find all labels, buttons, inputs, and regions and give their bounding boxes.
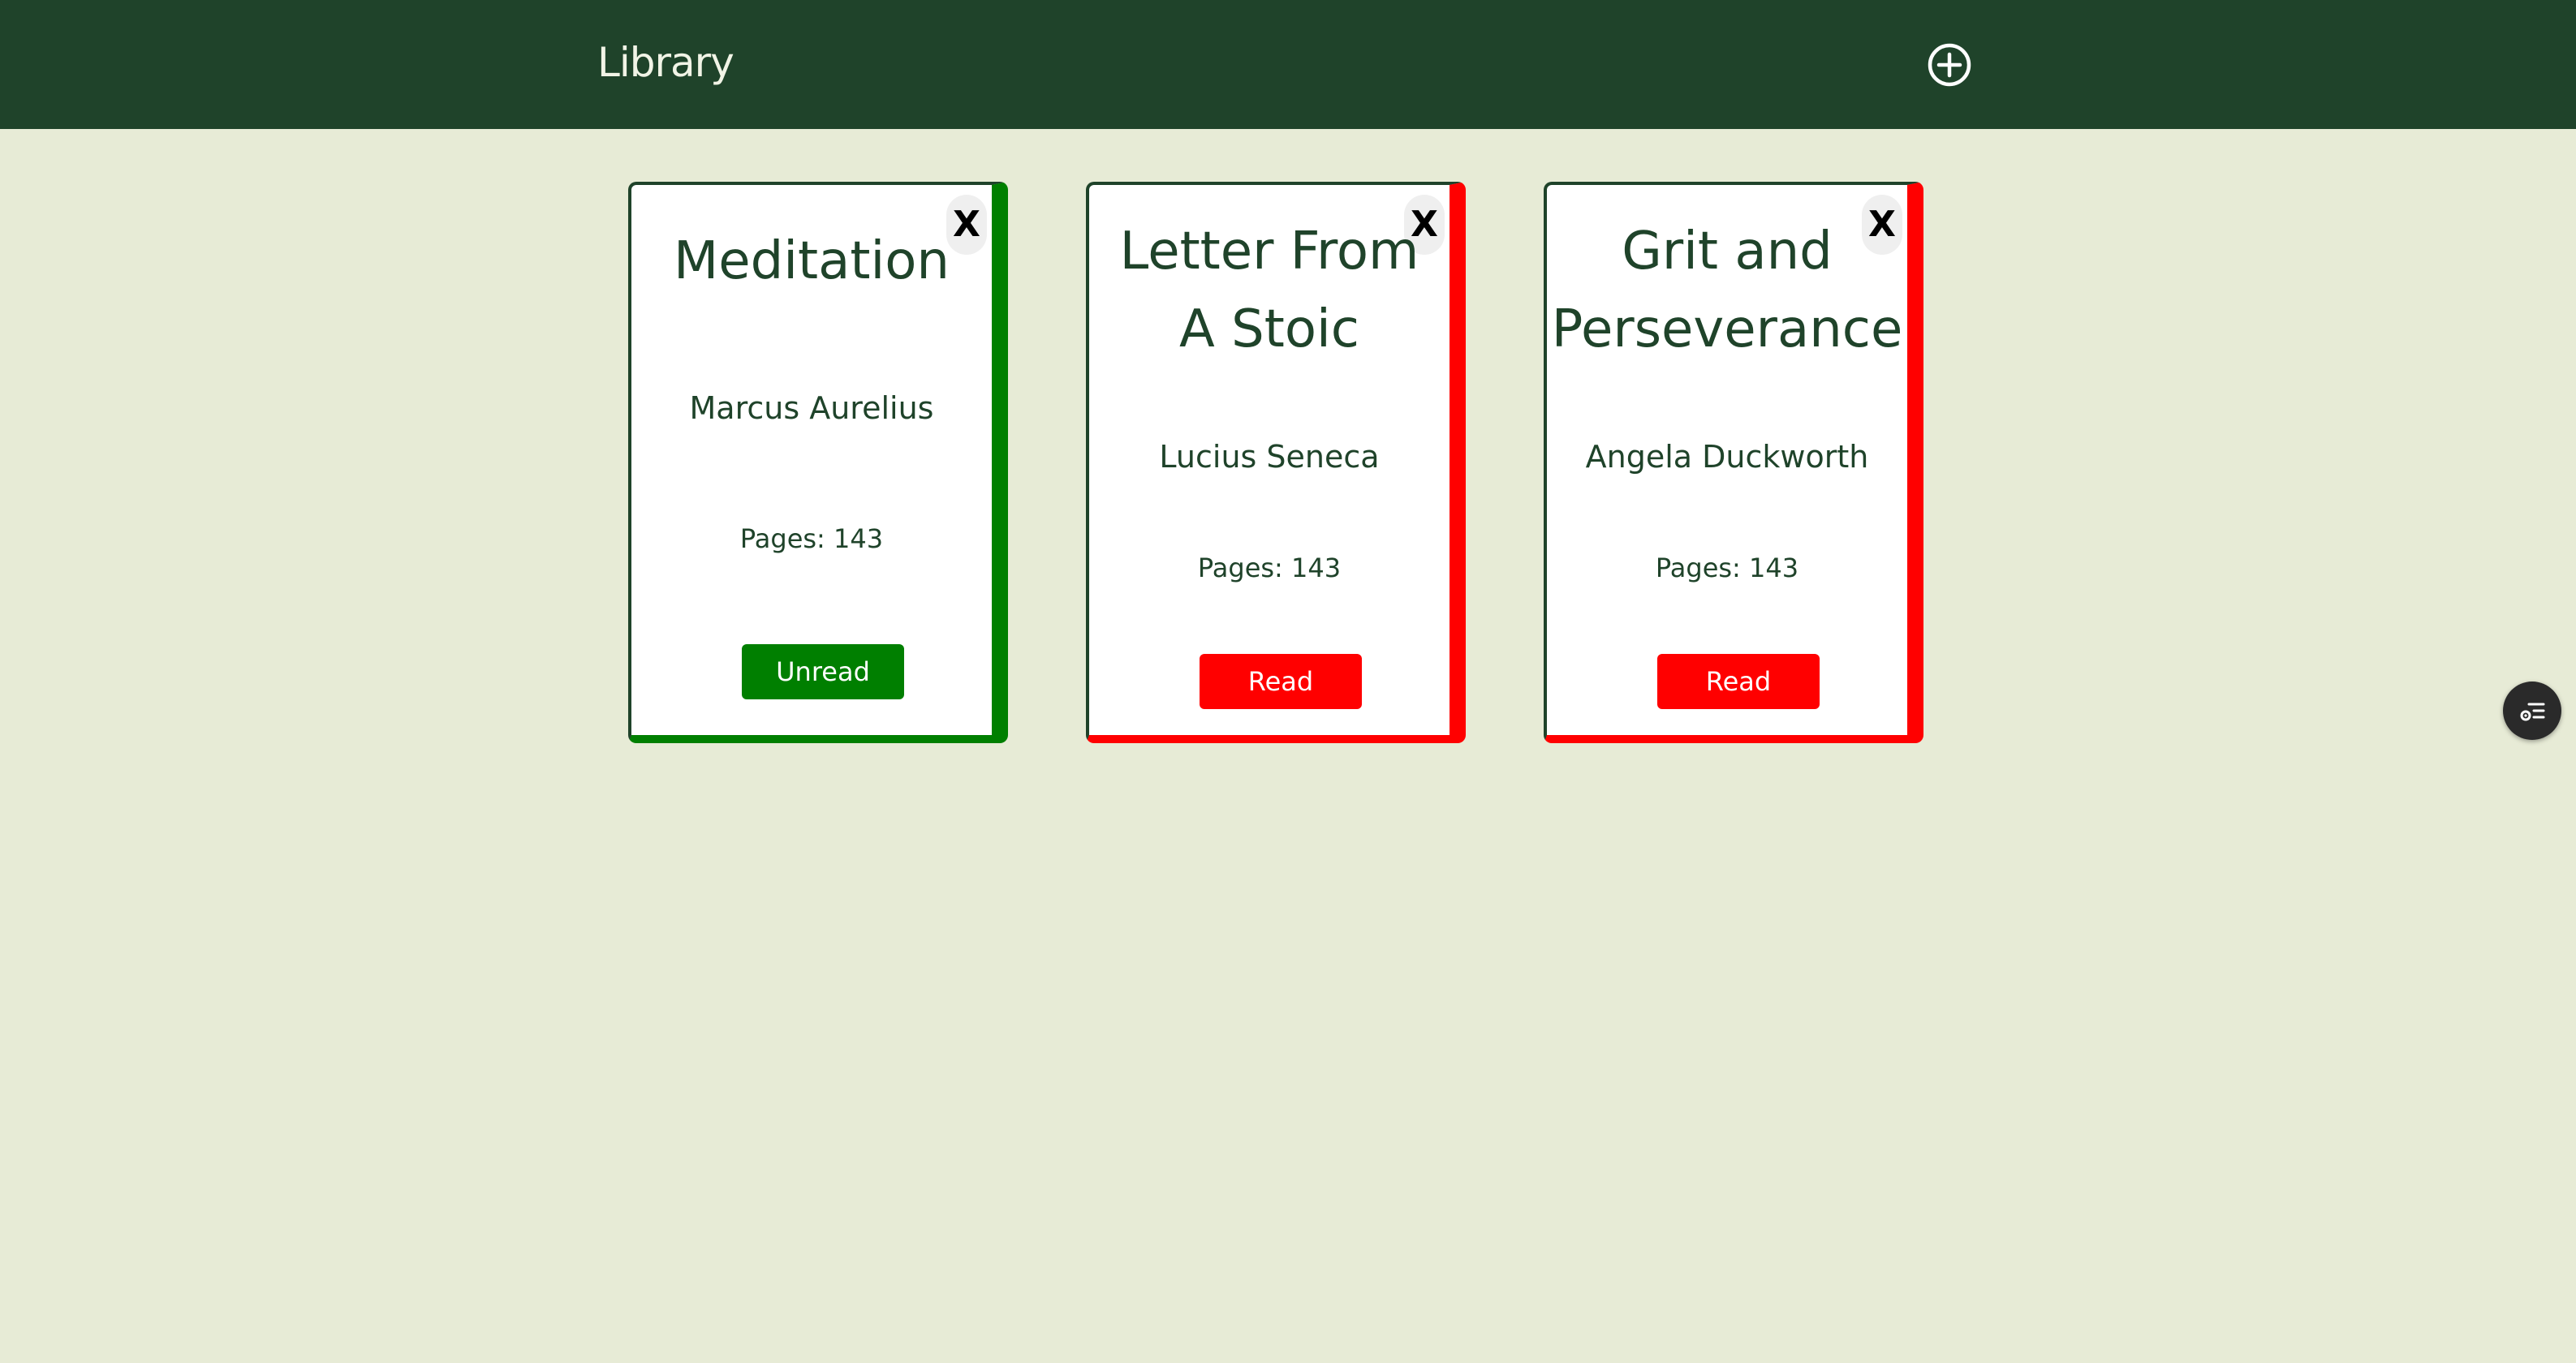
book-title-line: Perseverance [1551, 299, 1903, 359]
toggle-read-status-button[interactable]: Read [1657, 654, 1820, 709]
book-title-line: Grit and [1622, 221, 1833, 282]
book-list: X Meditation Marcus Aurelius Pages: 143 … [0, 0, 2576, 1363]
book-title-line: A Stoic [1179, 299, 1359, 359]
book-author: Angela Duckworth [1585, 439, 1869, 475]
book-title: Letter From A Stoic [1089, 213, 1450, 368]
book-title: Meditation [631, 222, 992, 300]
book-card: X Meditation Marcus Aurelius Pages: 143 … [628, 182, 1008, 743]
book-author: Marcus Aurelius [689, 390, 934, 426]
book-pages: Pages: 143 [1197, 553, 1342, 583]
book-title: Grit and Perseverance [1547, 213, 1907, 368]
book-card: X Letter From A Stoic Lucius Seneca Page… [1086, 182, 1466, 743]
book-title-line: Meditation [674, 231, 950, 291]
book-card: X Grit and Perseverance Angela Duckworth… [1544, 182, 1923, 743]
toggle-read-status-button[interactable]: Unread [742, 644, 904, 699]
book-pages: Pages: 143 [1655, 553, 1799, 583]
toggle-read-status-button[interactable]: Read [1200, 654, 1362, 709]
book-author: Lucius Seneca [1159, 439, 1380, 475]
settings-list-icon [2520, 703, 2545, 721]
book-title-line: Letter From [1119, 221, 1419, 282]
floating-settings-button[interactable] [2503, 682, 2561, 740]
book-pages: Pages: 143 [739, 523, 884, 554]
